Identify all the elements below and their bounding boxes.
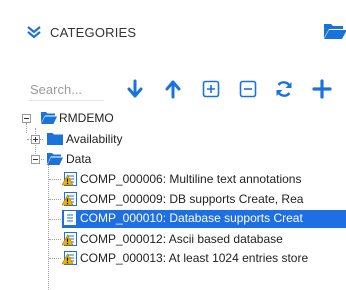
warning-document-icon (62, 172, 77, 186)
folder-icon (47, 133, 63, 145)
document-icon (64, 211, 76, 225)
tree-item[interactable]: COMP_000012: Ascii based database (0, 231, 346, 248)
tree-item-label: COMP_000009: DB supports Create, Rea (80, 192, 304, 206)
tree-item-label: COMP_000012: Ascii based database (80, 232, 283, 246)
tree-connector (49, 199, 61, 200)
tree-connector (49, 179, 61, 180)
categories-header: CATEGORIES (0, 0, 346, 58)
folder-open-icon[interactable] (323, 22, 346, 40)
tree-node-availability[interactable]: Availability (0, 131, 346, 148)
warning-document-icon (62, 251, 77, 265)
tree-toolbar (0, 70, 346, 108)
expand-toggle[interactable] (31, 135, 40, 144)
arrow-up-icon[interactable] (163, 79, 183, 99)
tree-item[interactable]: COMP_000013: At least 1024 entries store (0, 250, 346, 267)
tree-connector (49, 219, 61, 220)
tree-node-label: Data (66, 152, 92, 166)
search-input[interactable] (28, 78, 104, 101)
category-tree: RMDEMO Availability Data COMP_000006: Mu… (0, 108, 346, 290)
folder-open-icon (47, 153, 63, 165)
tree-connector (49, 239, 61, 240)
tree-item[interactable]: COMP_000006: Multiline text annotations (0, 171, 346, 188)
folder-open-icon (41, 112, 57, 124)
tree-item-label: COMP_000010: Database supports Creat (80, 211, 303, 225)
double-chevron-down-icon[interactable] (26, 24, 42, 40)
refresh-icon[interactable] (274, 79, 294, 99)
tree-connector (49, 258, 61, 259)
tree-item[interactable]: COMP_000009: DB supports Create, Rea (0, 191, 346, 208)
collapse-toggle[interactable] (22, 114, 31, 123)
tree-node-label: RMDEMO (59, 111, 114, 125)
tree-node-root[interactable]: RMDEMO (0, 110, 346, 127)
tree-item-label: COMP_000013: At least 1024 entries store (80, 251, 309, 265)
warning-document-icon (62, 232, 77, 246)
panel-title: CATEGORIES (50, 25, 137, 40)
tree-item-label: COMP_000006: Multiline text annotations (80, 172, 302, 186)
add-icon[interactable] (312, 79, 332, 99)
tree-node-data[interactable]: Data (0, 151, 346, 168)
warning-document-icon (62, 192, 77, 206)
collapse-all-icon[interactable] (238, 79, 258, 99)
tree-node-label: Availability (66, 132, 123, 146)
arrow-down-icon[interactable] (125, 79, 145, 99)
expand-all-icon[interactable] (201, 79, 221, 99)
collapse-toggle[interactable] (31, 155, 40, 164)
tree-item-selected[interactable]: COMP_000010: Database supports Creat (62, 210, 346, 228)
